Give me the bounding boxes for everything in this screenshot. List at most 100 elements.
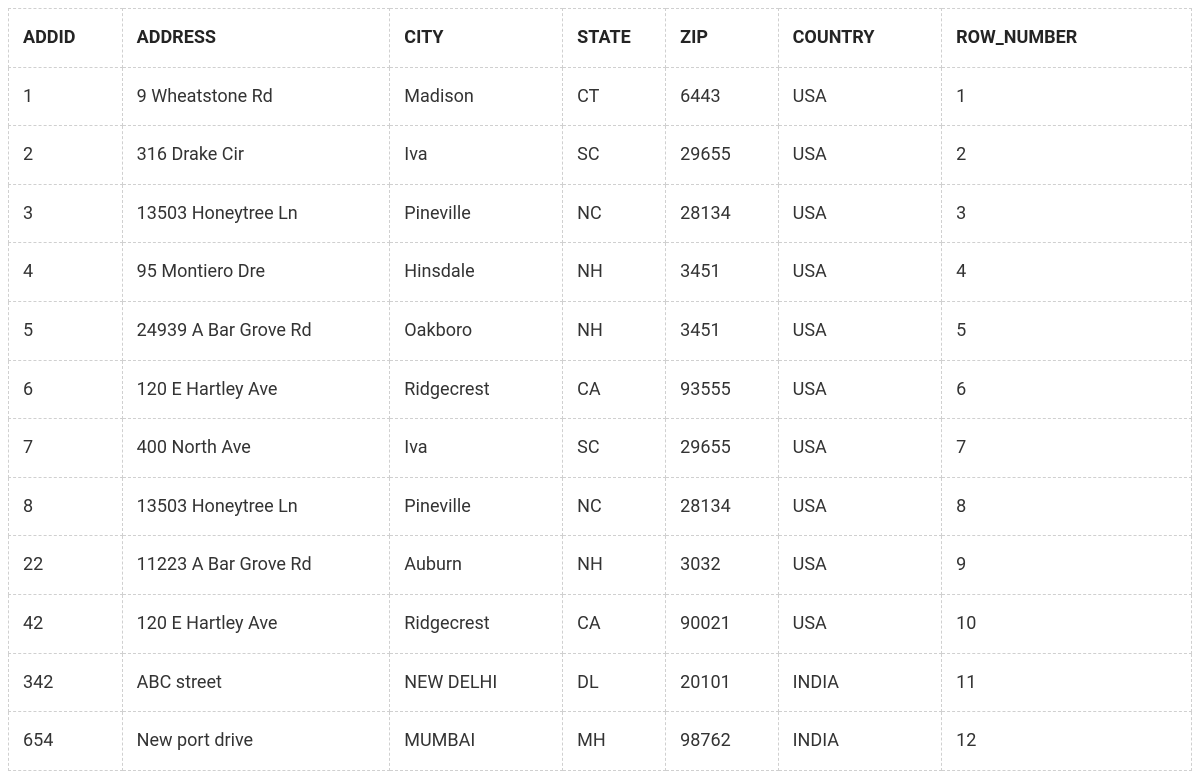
cell-row_number: 7 xyxy=(942,419,1192,478)
table-header: ADDID ADDRESS CITY STATE ZIP COUNTRY ROW… xyxy=(9,9,1192,68)
cell-address: ABC street xyxy=(122,653,390,712)
cell-city: NEW DELHI xyxy=(390,653,563,712)
cell-addid: 42 xyxy=(9,594,123,653)
cell-zip: 3032 xyxy=(666,536,778,595)
cell-row_number: 4 xyxy=(942,243,1192,302)
table-row: 19 Wheatstone RdMadisonCT6443USA1 xyxy=(9,67,1192,126)
cell-zip: 29655 xyxy=(666,126,778,185)
cell-row_number: 6 xyxy=(942,360,1192,419)
cell-city: Iva xyxy=(390,419,563,478)
cell-zip: 90021 xyxy=(666,594,778,653)
cell-city: Oakboro xyxy=(390,301,563,360)
cell-state: SC xyxy=(563,126,666,185)
cell-zip: 3451 xyxy=(666,243,778,302)
cell-address: 120 E Hartley Ave xyxy=(122,594,390,653)
cell-state: CT xyxy=(563,67,666,126)
cell-zip: 20101 xyxy=(666,653,778,712)
cell-addid: 8 xyxy=(9,477,123,536)
cell-addid: 1 xyxy=(9,67,123,126)
cell-city: Auburn xyxy=(390,536,563,595)
cell-city: Ridgecrest xyxy=(390,594,563,653)
cell-state: NH xyxy=(563,243,666,302)
cell-row_number: 10 xyxy=(942,594,1192,653)
cell-city: Pineville xyxy=(390,184,563,243)
cell-city: Pineville xyxy=(390,477,563,536)
table-row: 6120 E Hartley AveRidgecrestCA93555USA6 xyxy=(9,360,1192,419)
cell-country: USA xyxy=(778,301,941,360)
cell-city: Madison xyxy=(390,67,563,126)
cell-state: CA xyxy=(563,360,666,419)
table-row: 342ABC streetNEW DELHIDL20101INDIA11 xyxy=(9,653,1192,712)
cell-row_number: 1 xyxy=(942,67,1192,126)
cell-row_number: 5 xyxy=(942,301,1192,360)
col-header-addid: ADDID xyxy=(9,9,123,68)
table-row: 524939 A Bar Grove RdOakboroNH3451USA5 xyxy=(9,301,1192,360)
cell-state: NH xyxy=(563,301,666,360)
cell-address: 316 Drake Cir xyxy=(122,126,390,185)
table-row: 813503 Honeytree LnPinevilleNC28134USA8 xyxy=(9,477,1192,536)
cell-zip: 3451 xyxy=(666,301,778,360)
cell-city: Ridgecrest xyxy=(390,360,563,419)
col-header-zip: ZIP xyxy=(666,9,778,68)
cell-addid: 2 xyxy=(9,126,123,185)
table-header-row: ADDID ADDRESS CITY STATE ZIP COUNTRY ROW… xyxy=(9,9,1192,68)
cell-state: DL xyxy=(563,653,666,712)
address-table: ADDID ADDRESS CITY STATE ZIP COUNTRY ROW… xyxy=(8,8,1192,771)
cell-zip: 28134 xyxy=(666,477,778,536)
cell-country: USA xyxy=(778,594,941,653)
cell-city: Hinsdale xyxy=(390,243,563,302)
cell-country: USA xyxy=(778,360,941,419)
cell-row_number: 2 xyxy=(942,126,1192,185)
cell-state: SC xyxy=(563,419,666,478)
cell-addid: 4 xyxy=(9,243,123,302)
cell-address: 120 E Hartley Ave xyxy=(122,360,390,419)
cell-addid: 342 xyxy=(9,653,123,712)
col-header-row-number: ROW_NUMBER xyxy=(942,9,1192,68)
cell-country: USA xyxy=(778,419,941,478)
table-body: 19 Wheatstone RdMadisonCT6443USA12316 Dr… xyxy=(9,67,1192,770)
cell-address: 9 Wheatstone Rd xyxy=(122,67,390,126)
cell-addid: 7 xyxy=(9,419,123,478)
table-row: 2211223 A Bar Grove RdAuburnNH3032USA9 xyxy=(9,536,1192,595)
cell-country: USA xyxy=(778,536,941,595)
cell-zip: 29655 xyxy=(666,419,778,478)
cell-state: CA xyxy=(563,594,666,653)
cell-state: NC xyxy=(563,477,666,536)
col-header-country: COUNTRY xyxy=(778,9,941,68)
cell-country: USA xyxy=(778,477,941,536)
col-header-address: ADDRESS xyxy=(122,9,390,68)
cell-country: INDIA xyxy=(778,653,941,712)
cell-row_number: 11 xyxy=(942,653,1192,712)
cell-city: MUMBAI xyxy=(390,712,563,771)
cell-address: 24939 A Bar Grove Rd xyxy=(122,301,390,360)
cell-addid: 5 xyxy=(9,301,123,360)
col-header-city: CITY xyxy=(390,9,563,68)
cell-row_number: 8 xyxy=(942,477,1192,536)
table-row: 2316 Drake CirIvaSC29655USA2 xyxy=(9,126,1192,185)
cell-state: NH xyxy=(563,536,666,595)
cell-row_number: 9 xyxy=(942,536,1192,595)
table-row: 654New port driveMUMBAIMH98762INDIA12 xyxy=(9,712,1192,771)
cell-zip: 98762 xyxy=(666,712,778,771)
cell-country: INDIA xyxy=(778,712,941,771)
cell-addid: 6 xyxy=(9,360,123,419)
cell-address: 13503 Honeytree Ln xyxy=(122,184,390,243)
cell-state: MH xyxy=(563,712,666,771)
table-row: 7400 North AveIvaSC29655USA7 xyxy=(9,419,1192,478)
cell-addid: 654 xyxy=(9,712,123,771)
cell-country: USA xyxy=(778,184,941,243)
cell-zip: 93555 xyxy=(666,360,778,419)
cell-address: 400 North Ave xyxy=(122,419,390,478)
col-header-state: STATE xyxy=(563,9,666,68)
table-row: 313503 Honeytree LnPinevilleNC28134USA3 xyxy=(9,184,1192,243)
cell-row_number: 3 xyxy=(942,184,1192,243)
cell-zip: 28134 xyxy=(666,184,778,243)
cell-state: NC xyxy=(563,184,666,243)
cell-country: USA xyxy=(778,67,941,126)
cell-address: 13503 Honeytree Ln xyxy=(122,477,390,536)
cell-row_number: 12 xyxy=(942,712,1192,771)
cell-address: 11223 A Bar Grove Rd xyxy=(122,536,390,595)
cell-country: USA xyxy=(778,126,941,185)
cell-addid: 22 xyxy=(9,536,123,595)
table-row: 42120 E Hartley AveRidgecrestCA90021USA1… xyxy=(9,594,1192,653)
